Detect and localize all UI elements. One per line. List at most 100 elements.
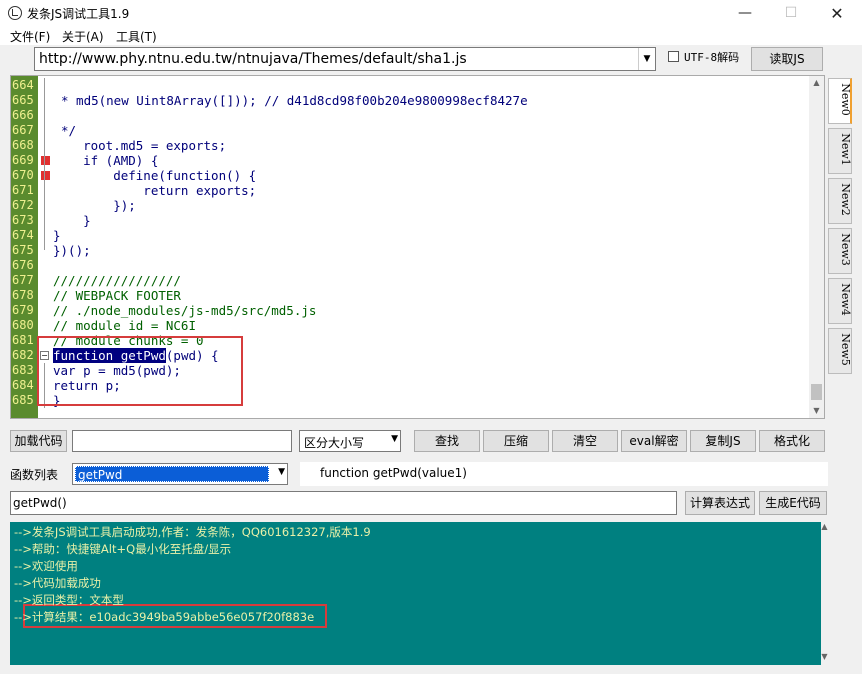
scroll-up-icon[interactable]: ▲ xyxy=(809,78,824,87)
menu-file[interactable]: 文件(F) xyxy=(10,28,50,45)
console-line: -->代码加载成功 xyxy=(14,576,101,590)
menu-bar: 文件(F) 关于(A) 工具(T) xyxy=(0,27,862,45)
code-line: // WEBPACK FOOTER xyxy=(53,288,181,303)
chevron-down-icon[interactable]: ▼ xyxy=(278,467,285,477)
breakpoint-marker[interactable] xyxy=(41,171,50,180)
expression-input[interactable]: getPwd() xyxy=(10,491,677,515)
console-line: -->返回类型：文本型 xyxy=(14,593,124,607)
code-line: if (AMD) { xyxy=(53,153,159,168)
console-line: -->计算结果：e10adc3949ba59abbe56e057f20f883e xyxy=(14,610,315,624)
scrollbar-thumb[interactable] xyxy=(811,384,822,400)
url-combobox[interactable]: http://www.phy.ntnu.edu.tw/ntnujava/Them… xyxy=(34,47,656,71)
window-title: 发条JS调试工具1.9 xyxy=(27,7,130,21)
tab-label: New0 xyxy=(838,83,852,116)
line-number: 670 xyxy=(12,168,34,182)
format-button[interactable]: 格式化 xyxy=(759,430,825,452)
read-js-button[interactable]: 读取JS xyxy=(751,47,823,71)
highlight-box-function xyxy=(37,336,243,406)
chevron-down-icon[interactable]: ▼ xyxy=(638,48,655,70)
line-number: 673 xyxy=(12,213,34,227)
line-number: 669 xyxy=(12,153,34,167)
load-code-input[interactable] xyxy=(72,430,292,452)
menu-about[interactable]: 关于(A) xyxy=(62,28,104,45)
function-selected: getPwd xyxy=(75,466,269,482)
function-list-select[interactable]: getPwd ▼ xyxy=(72,463,288,485)
tab-label: New3 xyxy=(838,233,852,266)
code-line: return exports; xyxy=(53,183,257,198)
console-scrollbar[interactable]: ▲ ▼ xyxy=(821,522,828,665)
line-number: 674 xyxy=(12,228,34,242)
fold-line xyxy=(44,78,45,250)
line-number: 677 xyxy=(12,273,34,287)
copy-js-button[interactable]: 复制JS xyxy=(690,430,756,452)
function-signature: function getPwd(value1) xyxy=(300,462,828,486)
tab-label: New4 xyxy=(838,283,852,316)
tab-new3[interactable]: New3 xyxy=(828,228,852,274)
calculate-expression-button[interactable]: 计算表达式 xyxy=(685,491,755,515)
line-number: 685 xyxy=(12,393,34,407)
code-line: // module id = NC6I xyxy=(53,318,196,333)
line-number: 684 xyxy=(12,378,34,392)
scroll-up-icon[interactable]: ▲ xyxy=(817,522,832,531)
tab-new4[interactable]: New4 xyxy=(828,278,852,324)
app-icon xyxy=(8,6,22,20)
chevron-down-icon[interactable]: ▼ xyxy=(391,434,398,444)
load-code-button[interactable]: 加载代码 xyxy=(10,430,67,452)
line-number: 665 xyxy=(12,93,34,107)
line-number: 668 xyxy=(12,138,34,152)
minimize-button[interactable]: — xyxy=(722,0,768,27)
code-editor[interactable]: 664 665 666 667 668 669 670 671 672 673 674 675 676 6… xyxy=(10,75,825,419)
find-button[interactable]: 查找 xyxy=(414,430,480,452)
scroll-down-icon[interactable]: ▼ xyxy=(809,406,824,415)
code-line: // ./node_modules/js-md5/src/md5.js xyxy=(53,303,317,318)
code-line: }); xyxy=(53,198,136,213)
line-number: 671 xyxy=(12,183,34,197)
code-line: })(); xyxy=(53,243,91,258)
function-list-label: 函数列表 xyxy=(10,468,59,482)
url-text: http://www.phy.ntnu.edu.tw/ntnujava/Them… xyxy=(39,51,467,67)
tab-new0[interactable]: New0 xyxy=(828,78,852,124)
code-line: ///////////////// xyxy=(53,273,181,288)
code-line: root.md5 = exports; xyxy=(53,138,227,153)
editor-scrollbar[interactable]: ▲ ▼ xyxy=(809,76,824,418)
line-number: 679 xyxy=(12,303,34,317)
line-number: 672 xyxy=(12,198,34,212)
code-line: */ xyxy=(61,123,77,138)
console-line: -->帮助：快捷键Alt+Q最小化至托盘/显示 xyxy=(14,542,232,556)
maximize-button[interactable]: ☐ xyxy=(768,0,814,27)
line-number: 676 xyxy=(12,258,34,272)
title-bar: 发条JS调试工具1.9 — ☐ ✕ xyxy=(0,0,862,27)
compress-button[interactable]: 压缩 xyxy=(483,430,549,452)
tab-label: New5 xyxy=(838,333,852,366)
scroll-down-icon[interactable]: ▼ xyxy=(817,652,832,661)
line-number: 666 xyxy=(12,108,34,122)
breakpoint-marker[interactable] xyxy=(41,156,50,165)
close-button[interactable]: ✕ xyxy=(814,0,860,27)
line-number: 681 xyxy=(12,333,34,347)
line-number: 683 xyxy=(12,363,34,377)
function-signature-text: function getPwd(value1) xyxy=(320,466,467,480)
code-line: * md5(new Uint8Array([])); // d41d8cd98f… xyxy=(61,93,528,108)
code-line: } xyxy=(53,228,61,243)
code-line: } xyxy=(53,213,91,228)
output-console[interactable]: ▲ ▼ -->发条JS调试工具启动成功,作者：发条陈，QQ601612327,版… xyxy=(10,522,828,665)
case-sensitivity-select[interactable]: 区分大小写 ▼ xyxy=(299,430,401,452)
menu-tools[interactable]: 工具(T) xyxy=(116,28,157,45)
console-line: -->欢迎使用 xyxy=(14,559,78,573)
expression-value: getPwd() xyxy=(13,496,67,510)
generate-e-code-button[interactable]: 生成E代码 xyxy=(759,491,827,515)
eval-decrypt-button[interactable]: eval解密 xyxy=(621,430,687,452)
line-number: 682 xyxy=(12,348,34,362)
line-number: 664 xyxy=(12,78,34,92)
console-line: -->发条JS调试工具启动成功,作者：发条陈，QQ601612327,版本1.9 xyxy=(14,525,371,539)
tab-new1[interactable]: New1 xyxy=(828,128,852,174)
utf8-checkbox[interactable] xyxy=(668,51,679,62)
line-number: 680 xyxy=(12,318,34,332)
tab-new5[interactable]: New5 xyxy=(828,328,852,374)
clear-button[interactable]: 清空 xyxy=(552,430,618,452)
code-line: define(function() { xyxy=(53,168,257,183)
tab-label: New1 xyxy=(838,133,852,166)
tab-new2[interactable]: New2 xyxy=(828,178,852,224)
line-number: 678 xyxy=(12,288,34,302)
line-number: 667 xyxy=(12,123,34,137)
